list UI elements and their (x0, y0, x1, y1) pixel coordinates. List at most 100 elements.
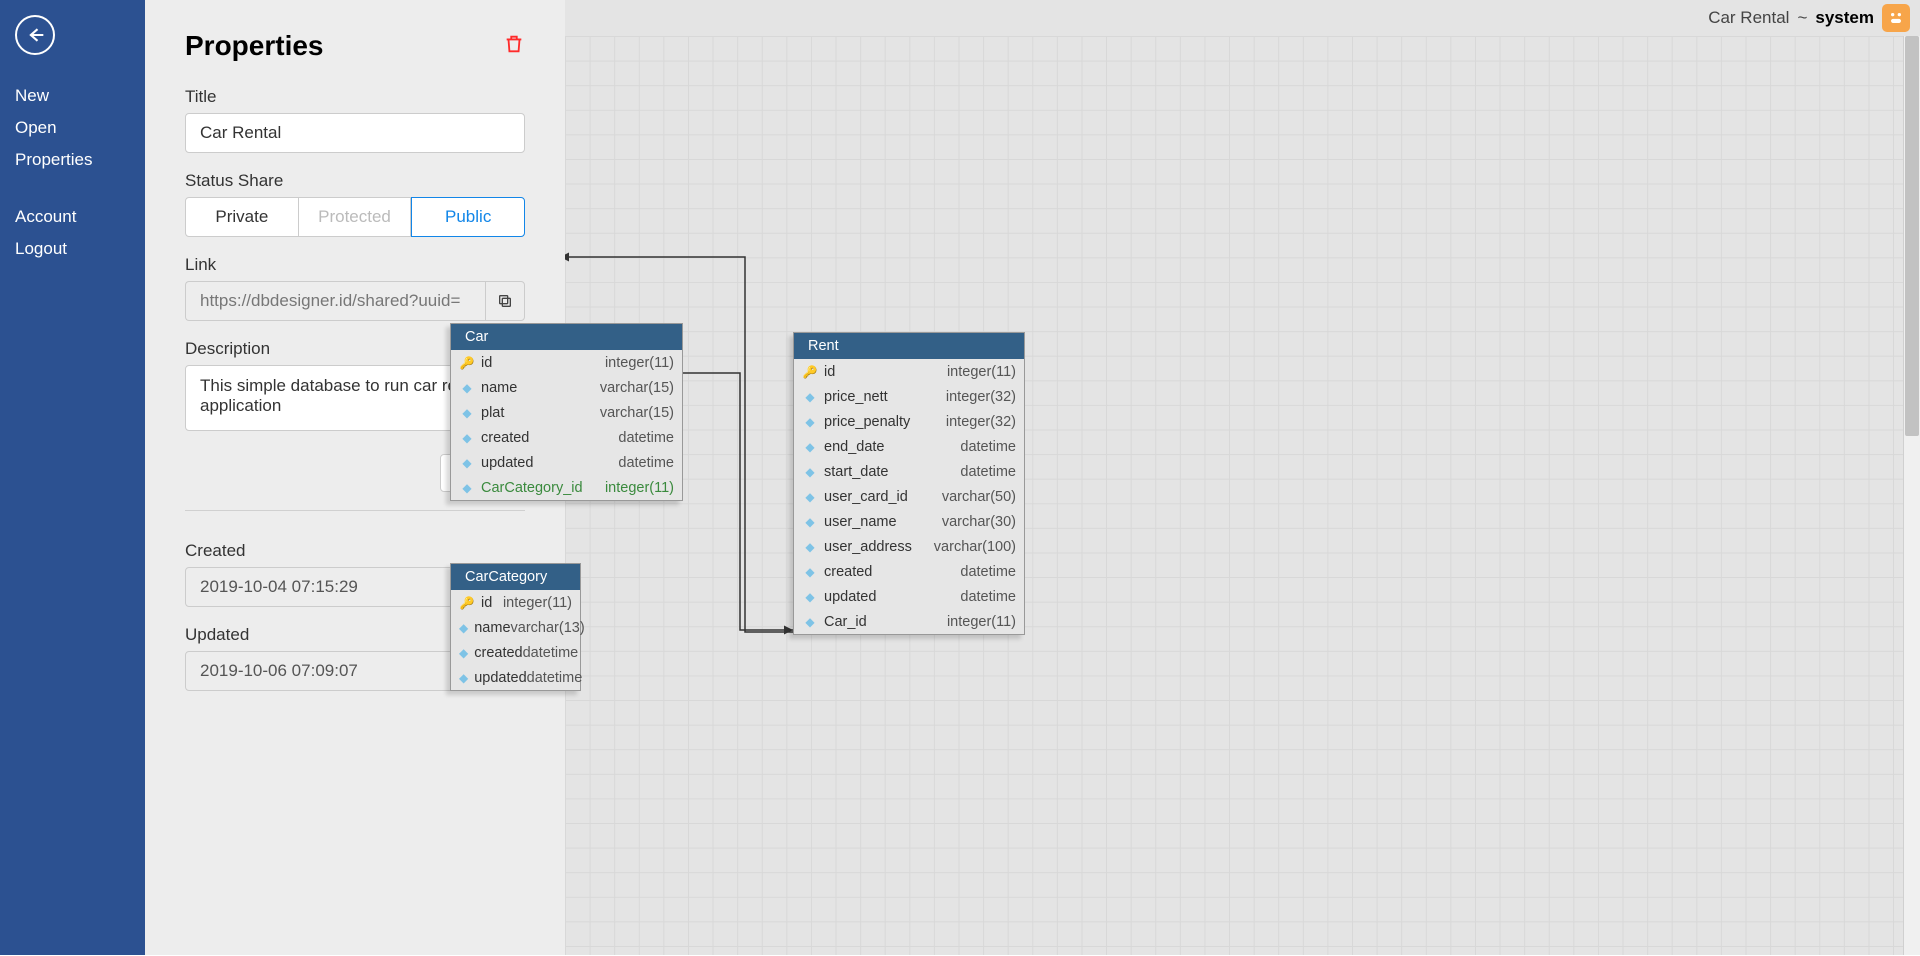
column-name: created (475, 430, 529, 446)
table-header[interactable]: Car (451, 324, 682, 350)
user-name: system (1815, 8, 1874, 28)
column-name: updated (468, 670, 526, 686)
panel-heading: Properties (185, 30, 324, 62)
diamond-icon: ◆ (459, 456, 475, 470)
diamond-icon: ◆ (459, 646, 468, 660)
table-row[interactable]: ◆namevarchar(13) (451, 615, 580, 640)
column-name: created (468, 645, 522, 661)
table-row[interactable]: ◆updateddatetime (451, 665, 580, 690)
table-header[interactable]: CarCategory (451, 564, 580, 590)
column-type: datetime (960, 564, 1016, 580)
column-type: varchar(15) (600, 405, 674, 421)
column-name: name (475, 380, 517, 396)
table-row[interactable]: ◆price_penaltyinteger(32) (794, 409, 1024, 434)
column-type: integer(11) (947, 364, 1016, 380)
topbar-sep: ~ (1797, 8, 1807, 28)
table-row[interactable]: ◆price_nettinteger(32) (794, 384, 1024, 409)
column-name: CarCategory_id (475, 480, 583, 496)
column-name: created (818, 564, 872, 580)
link-label: Link (185, 255, 525, 275)
copy-link-button[interactable] (485, 281, 525, 321)
table-row[interactable]: ◆createddatetime (451, 425, 682, 450)
table-row[interactable]: 🔑id integer(11) (451, 350, 682, 375)
table-row[interactable]: ◆user_namevarchar(30) (794, 509, 1024, 534)
table-row[interactable]: 🔑idinteger(11) (794, 359, 1024, 384)
column-type: integer(32) (946, 414, 1016, 430)
copy-icon (497, 293, 513, 309)
key-icon: 🔑 (802, 365, 818, 379)
column-type: integer(11) (605, 355, 674, 371)
table-row[interactable]: ◆end_datedatetime (794, 434, 1024, 459)
diamond-icon: ◆ (802, 465, 818, 479)
column-name: updated (475, 455, 533, 471)
table-car[interactable]: Car 🔑idinteger(11)◆namevarchar(15)◆platv… (450, 323, 683, 501)
column-name: id (475, 595, 492, 611)
diamond-icon: ◆ (459, 671, 468, 685)
table-rent[interactable]: Rent 🔑idinteger(11)◆price_nettinteger(32… (793, 332, 1025, 635)
canvas[interactable]: Car Rental ~ system Car 🔑idinteger(11)◆n… (565, 0, 1920, 955)
column-type: datetime (618, 455, 674, 471)
vertical-scrollbar[interactable] (1903, 36, 1920, 955)
column-name: price_nett (818, 389, 888, 405)
grid-area[interactable]: Car 🔑idinteger(11)◆namevarchar(15)◆platv… (565, 36, 1903, 955)
diamond-icon: ◆ (802, 515, 818, 529)
back-button[interactable] (15, 15, 55, 55)
avatar[interactable] (1882, 4, 1910, 32)
table-row[interactable]: ◆CarCategory_idinteger(11) (451, 475, 682, 500)
column-type: datetime (960, 589, 1016, 605)
nav-account[interactable]: Account (15, 201, 130, 233)
column-type: datetime (527, 670, 583, 686)
column-type: datetime (618, 430, 674, 446)
separator (185, 510, 525, 511)
diamond-icon: ◆ (802, 390, 818, 404)
column-name: Car_id (818, 614, 867, 630)
status-private[interactable]: Private (185, 197, 299, 237)
column-type: integer(11) (605, 480, 674, 496)
column-type: varchar(100) (934, 539, 1016, 555)
diamond-icon: ◆ (802, 440, 818, 454)
nav-open[interactable]: Open (15, 112, 130, 144)
table-carcategory[interactable]: CarCategory 🔑idinteger(11)◆namevarchar(1… (450, 563, 581, 691)
nav-properties[interactable]: Properties (15, 144, 130, 176)
column-type: varchar(13) (511, 620, 585, 636)
delete-button[interactable] (503, 32, 525, 61)
nav-logout[interactable]: Logout (15, 233, 130, 265)
column-type: integer(11) (503, 595, 572, 611)
table-header[interactable]: Rent (794, 333, 1024, 359)
column-name: user_card_id (818, 489, 908, 505)
status-share-toggle: Private Protected Public (185, 197, 525, 237)
table-row[interactable]: ◆user_addressvarchar(100) (794, 534, 1024, 559)
sidebar: New Open Properties Account Logout (0, 0, 145, 955)
topbar: Car Rental ~ system (565, 0, 1920, 36)
status-label: Status Share (185, 171, 525, 191)
status-protected[interactable]: Protected (299, 197, 412, 237)
key-icon: 🔑 (459, 356, 475, 370)
table-row[interactable]: ◆created datetime (794, 559, 1024, 584)
table-row[interactable]: ◆Car_idinteger(11) (794, 609, 1024, 634)
column-type: varchar(50) (942, 489, 1016, 505)
column-type: varchar(15) (600, 380, 674, 396)
column-name: id (475, 355, 492, 371)
column-type: varchar(30) (942, 514, 1016, 530)
diamond-icon: ◆ (802, 415, 818, 429)
nav-new[interactable]: New (15, 80, 130, 112)
table-row[interactable]: ◆platvarchar(15) (451, 400, 682, 425)
link-input (185, 281, 485, 321)
table-row[interactable]: ◆updated datetime (451, 450, 682, 475)
title-label: Title (185, 87, 525, 107)
diamond-icon: ◆ (802, 490, 818, 504)
table-row[interactable]: ◆createddatetime (451, 640, 580, 665)
table-row[interactable]: 🔑idinteger(11) (451, 590, 580, 615)
diamond-icon: ◆ (802, 565, 818, 579)
column-name: plat (475, 405, 504, 421)
table-row[interactable]: ◆user_card_id varchar(50) (794, 484, 1024, 509)
scrollbar-thumb[interactable] (1905, 36, 1919, 436)
diamond-icon: ◆ (459, 621, 468, 635)
user-icon (1886, 8, 1906, 28)
table-row[interactable]: ◆namevarchar(15) (451, 375, 682, 400)
table-row[interactable]: ◆updateddatetime (794, 584, 1024, 609)
table-row[interactable]: ◆start_datedatetime (794, 459, 1024, 484)
title-input[interactable] (185, 113, 525, 153)
status-public[interactable]: Public (411, 197, 525, 237)
diamond-icon: ◆ (802, 540, 818, 554)
